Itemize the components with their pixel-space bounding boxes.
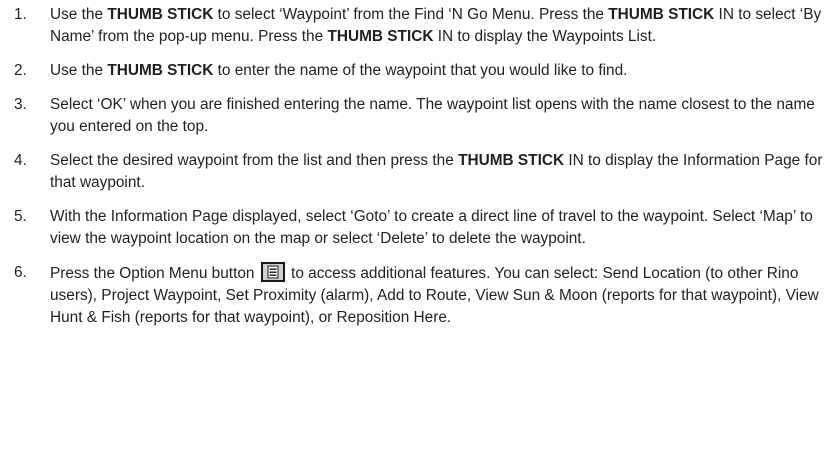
step-text: Select ‘OK’ when you are finished enteri…	[50, 96, 815, 135]
step-text: Press the Option Menu button to access a…	[50, 262, 819, 326]
step-number: 5.	[14, 208, 27, 225]
step-text-segment: With the Information Page displayed, sel…	[50, 208, 813, 247]
step-text: Use the THUMB STICK to select ‘Waypoint’…	[50, 6, 821, 45]
step-item: 3. Select ‘OK’ when you are finished ente…	[14, 94, 829, 138]
emphasis-text: THUMB STICK	[458, 152, 565, 169]
emphasis-text: THUMB STICK	[107, 62, 214, 79]
step-item: 1. Use the THUMB STICK to select ‘Waypoin…	[14, 4, 829, 48]
instruction-steps-list: 1. Use the THUMB STICK to select ‘Waypoin…	[14, 4, 829, 329]
step-number: 4.	[14, 152, 27, 169]
step-number: 3.	[14, 96, 27, 113]
step-text-segment: IN to display the Waypoints List.	[433, 28, 657, 45]
step-text: Select the desired waypoint from the lis…	[50, 152, 822, 191]
step-item: 6. Press the Option Menu button to access…	[14, 262, 829, 329]
step-text-segment: Select the desired waypoint from the lis…	[50, 152, 459, 169]
step-number: 6.	[14, 264, 27, 281]
emphasis-text: THUMB STICK	[327, 28, 434, 45]
step-text-segment: to enter the name of the waypoint that y…	[213, 62, 628, 79]
step-number: 2.	[14, 62, 27, 79]
step-item: 4. Select the desired waypoint from the l…	[14, 150, 829, 194]
step-text-segment: to select ‘Waypoint’ from the Find ‘N Go…	[213, 6, 609, 23]
step-text-segment: Select ‘OK’ when you are finished enteri…	[50, 96, 815, 135]
step-item: 2. Use the THUMB STICK to enter the name …	[14, 60, 829, 82]
step-text: Use the THUMB STICK to enter the name of…	[50, 62, 627, 79]
emphasis-text: THUMB STICK	[608, 6, 715, 23]
step-text-segment: Press the Option Menu button	[50, 265, 259, 282]
emphasis-text: THUMB STICK	[107, 6, 214, 23]
step-text-segment: Use the	[50, 62, 108, 79]
step-number: 1.	[14, 6, 27, 23]
step-text-segment: Use the	[50, 6, 108, 23]
step-item: 5. With the Information Page displayed, s…	[14, 206, 829, 250]
step-text: With the Information Page displayed, sel…	[50, 208, 813, 247]
option-menu-icon	[260, 262, 285, 282]
manual-page: 1. Use the THUMB STICK to select ‘Waypoin…	[0, 0, 835, 470]
